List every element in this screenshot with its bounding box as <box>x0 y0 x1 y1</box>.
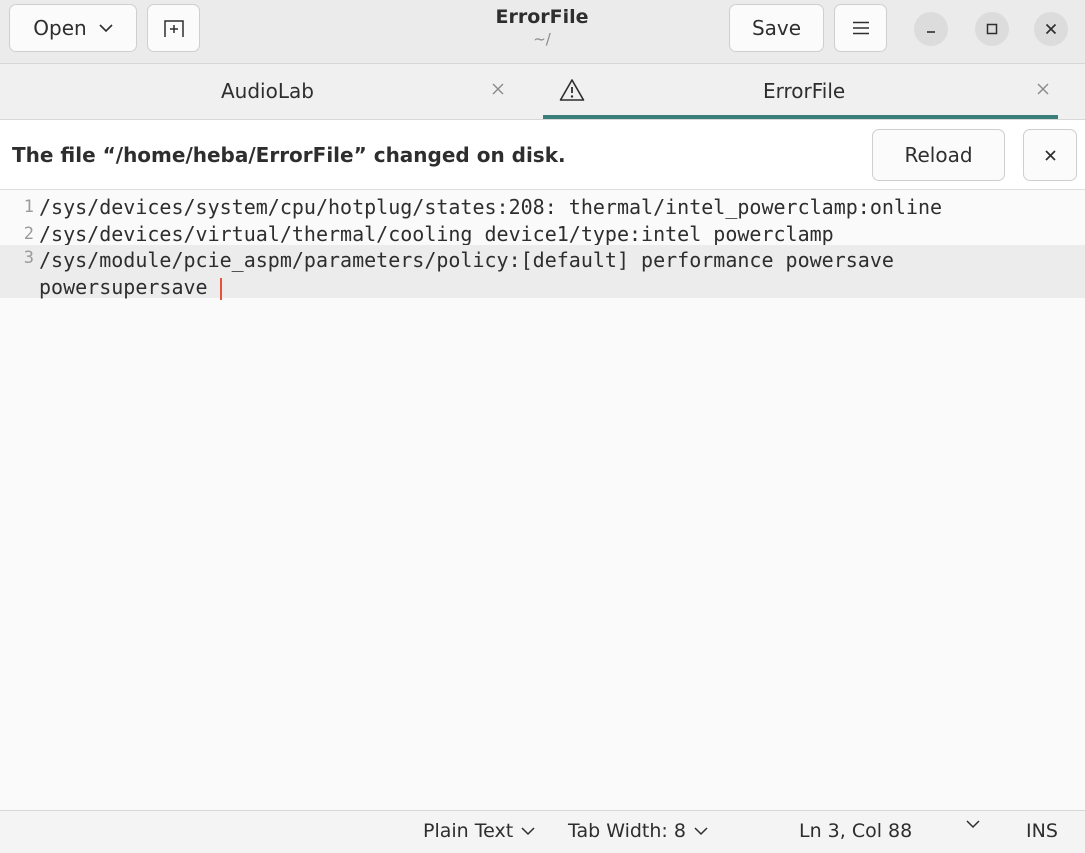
language-label: Plain Text <box>423 820 514 842</box>
warning-icon <box>559 78 585 106</box>
tab-width-selector[interactable]: Tab Width: 8 <box>568 820 708 842</box>
language-selector[interactable]: Plain Text <box>423 820 535 842</box>
close-icon <box>1037 83 1049 95</box>
tab-close-button[interactable] <box>490 78 506 102</box>
line-number: 1 <box>23 197 34 217</box>
open-button-label: Open <box>33 16 87 40</box>
chevron-down-icon <box>966 820 980 829</box>
save-button[interactable]: Save <box>729 4 824 52</box>
header-bar: Open ErrorFile ~/ Save <box>0 0 1085 64</box>
window-title-area: ErrorFile ~/ <box>392 5 692 49</box>
status-bar: Plain Text Tab Width: 8 Ln 3, Col 88 INS <box>0 810 1085 853</box>
main-menu-button[interactable] <box>834 4 887 52</box>
active-tab-indicator <box>543 115 1058 119</box>
line-number: 3 <box>23 248 34 268</box>
new-tab-button[interactable] <box>147 4 200 52</box>
close-window-button[interactable] <box>1034 12 1068 46</box>
open-button[interactable]: Open <box>9 4 137 52</box>
close-icon <box>1044 149 1057 162</box>
tab-width-label: Tab Width: 8 <box>568 820 686 842</box>
tab-audiolab[interactable]: AudioLab <box>0 64 542 119</box>
line-text[interactable]: /sys/devices/system/cpu/hotplug/states:2… <box>39 194 942 221</box>
close-icon <box>1045 23 1057 35</box>
tab-bar: AudioLab ErrorFile <box>0 64 1085 120</box>
editor-line: 2 /sys/devices/virtual/thermal/cooling_d… <box>0 221 1085 248</box>
chevron-down-icon <box>521 826 535 836</box>
editor-line: 1 /sys/devices/system/cpu/hotplug/states… <box>0 194 1085 221</box>
reload-button[interactable]: Reload <box>872 129 1005 181</box>
chevron-down-icon <box>694 826 708 836</box>
text-cursor <box>219 277 222 300</box>
line-text[interactable]: /sys/module/pcie_aspm/parameters/policy:… <box>39 248 906 299</box>
editor-line-current: 3 /sys/module/pcie_aspm/parameters/polic… <box>0 245 1085 301</box>
line-text-wrapper[interactable]: /sys/module/pcie_aspm/parameters/policy:… <box>39 247 1069 301</box>
maximize-button[interactable] <box>975 12 1009 46</box>
window-subtitle: ~/ <box>533 30 551 48</box>
hamburger-menu-icon <box>852 21 870 35</box>
text-editor-window: Open ErrorFile ~/ Save AudioLab ErrorFil… <box>0 0 1085 853</box>
new-tab-icon <box>163 18 185 38</box>
minimize-icon <box>925 23 937 35</box>
close-icon <box>492 83 504 95</box>
infobar-close-button[interactable] <box>1023 129 1077 181</box>
line-text[interactable]: /sys/devices/virtual/thermal/cooling_dev… <box>39 221 834 248</box>
insert-mode-indicator[interactable]: INS <box>1026 820 1058 842</box>
tab-close-button[interactable] <box>1035 78 1051 102</box>
infobar-message: The file “/home/heba/ErrorFile” changed … <box>12 143 566 167</box>
tab-errorfile[interactable]: ErrorFile <box>543 64 1085 119</box>
chevron-down-icon <box>99 23 113 33</box>
maximize-icon <box>986 23 998 35</box>
text-editor-area[interactable]: 1 /sys/devices/system/cpu/hotplug/states… <box>0 191 1085 810</box>
position-menu-button[interactable] <box>966 820 980 829</box>
file-changed-infobar: The file “/home/heba/ErrorFile” changed … <box>0 120 1085 190</box>
tab-label: ErrorFile <box>763 79 846 103</box>
line-number: 2 <box>23 224 34 244</box>
window-title: ErrorFile <box>495 6 589 28</box>
cursor-position-label[interactable]: Ln 3, Col 88 <box>799 820 912 842</box>
tab-label: AudioLab <box>221 79 314 103</box>
minimize-button[interactable] <box>914 12 948 46</box>
